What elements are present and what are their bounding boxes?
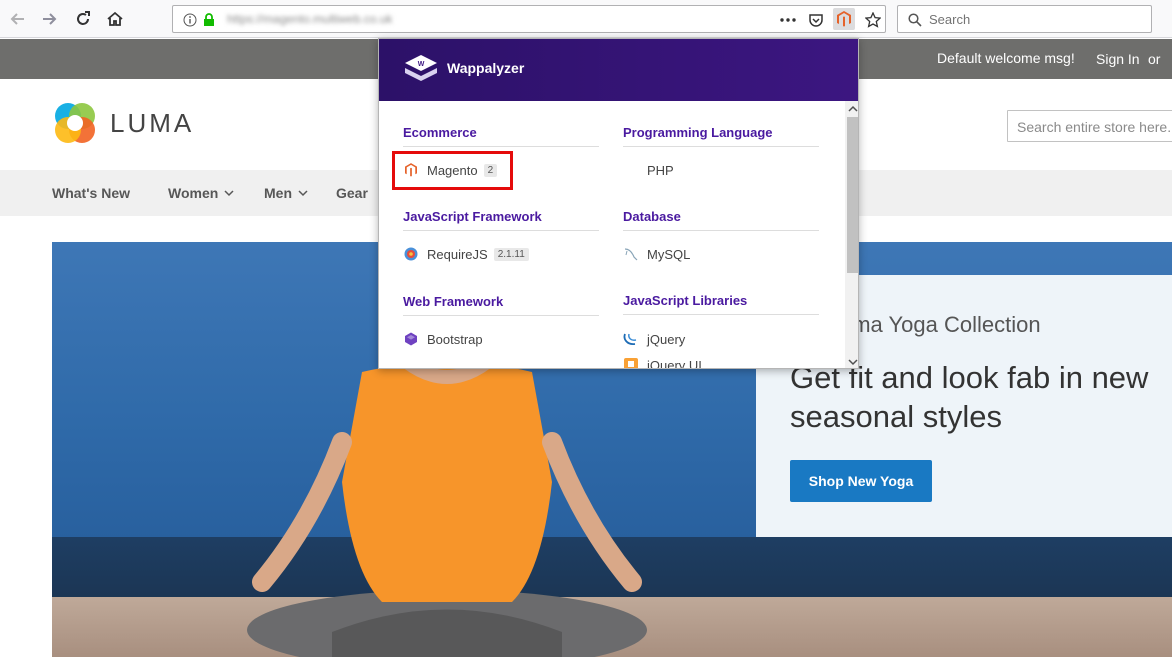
shop-new-yoga-button[interactable]: Shop New Yoga (790, 460, 932, 502)
pocket-icon[interactable] (807, 11, 825, 29)
back-button[interactable] (6, 7, 30, 31)
category-web-framework[interactable]: Web Framework (403, 294, 599, 316)
app-name: RequireJS (427, 246, 488, 262)
search-icon (906, 11, 924, 29)
app-version: 2.1.11 (493, 247, 529, 261)
svg-text:W: W (418, 61, 425, 68)
sign-in-link[interactable]: Sign In (1096, 51, 1140, 67)
luma-logo-icon (55, 103, 95, 143)
logo-text: LUMA (110, 107, 195, 138)
mysql-icon (623, 246, 639, 262)
welcome-message: Default welcome msg! (937, 50, 1075, 66)
wappalyzer-results: Ecommerce Magento 2 Programming Language… (379, 101, 845, 369)
store-search-input[interactable]: Search entire store here... (1007, 110, 1172, 142)
url-text: https://magento.multiweb.co.uk (227, 12, 393, 26)
jquery-icon (623, 331, 639, 347)
php-icon (623, 162, 639, 178)
magento-highlight-box (392, 151, 513, 190)
reload-button[interactable] (71, 7, 95, 31)
scroll-down-icon[interactable] (848, 357, 858, 367)
app-bootstrap[interactable]: Bootstrap (403, 331, 483, 347)
jquery-ui-icon (623, 357, 639, 368)
scroll-up-icon[interactable] (848, 104, 858, 114)
wappalyzer-logo-icon: W (405, 55, 437, 81)
address-bar[interactable]: https://magento.multiweb.co.uk (172, 5, 886, 33)
search-placeholder: Search (929, 12, 971, 27)
reload-icon (77, 11, 90, 25)
app-mysql[interactable]: MySQL (623, 246, 690, 262)
bootstrap-icon (403, 331, 419, 347)
scrollbar-thumb[interactable] (847, 117, 858, 273)
store-search-placeholder: Search entire store here... (1017, 119, 1172, 135)
app-name: Bootstrap (427, 331, 483, 347)
browser-search-input[interactable]: Search (897, 5, 1152, 33)
luma-logo[interactable]: LUMA (52, 100, 194, 146)
chevron-down-icon (224, 190, 234, 197)
category-database[interactable]: Database (623, 209, 819, 231)
requirejs-icon (403, 246, 419, 262)
nav-item-label: Women (168, 185, 219, 201)
nav-item-men[interactable]: Men (264, 185, 308, 201)
chevron-down-icon (298, 190, 308, 197)
nav-item-gear[interactable]: Gear (336, 185, 368, 201)
category-javascript-framework[interactable]: JavaScript Framework (403, 209, 599, 231)
app-requirejs[interactable]: RequireJS 2.1.11 (403, 246, 529, 262)
nav-item-whats-new[interactable]: What's New (52, 185, 130, 201)
forward-button[interactable] (37, 7, 61, 31)
wappalyzer-popup: W Wappalyzer Ecommerce Magento 2 Program… (378, 38, 859, 369)
page-actions-icon[interactable] (779, 11, 797, 29)
app-jquery-ui[interactable]: jQuery UI (623, 357, 702, 369)
nav-item-label: What's New (52, 185, 131, 201)
app-name: jQuery (647, 331, 686, 347)
bookmark-star-icon[interactable] (864, 11, 882, 29)
category-javascript-libraries[interactable]: JavaScript Libraries (623, 293, 819, 315)
nav-item-women[interactable]: Women (168, 185, 234, 201)
hero-title: Get fit and look fab in new seasonal sty… (790, 360, 1149, 434)
category-programming-language[interactable]: Programming Language (623, 125, 819, 147)
category-ecommerce[interactable]: Ecommerce (403, 125, 599, 147)
home-button[interactable] (103, 7, 127, 31)
wappalyzer-header: W Wappalyzer (379, 39, 858, 101)
wappalyzer-brand: Wappalyzer (447, 60, 525, 76)
or-text: or (1148, 51, 1161, 67)
app-jquery[interactable]: jQuery (623, 331, 685, 347)
app-php[interactable]: PHP (623, 162, 674, 178)
lock-icon (200, 11, 218, 29)
info-icon[interactable] (181, 11, 199, 29)
app-name: MySQL (647, 246, 691, 262)
hero-subtitle: uma Yoga Collection (840, 312, 1041, 337)
app-name: jQuery UI (647, 357, 702, 369)
yoga-woman-image (247, 362, 647, 657)
nav-item-label: Gear (336, 185, 368, 201)
back-arrow-icon (10, 13, 24, 25)
browser-toolbar: https://magento.multiweb.co.uk Search (0, 0, 1172, 38)
nav-item-label: Men (264, 185, 292, 201)
wappalyzer-magento-icon[interactable] (833, 8, 855, 30)
forward-arrow-icon (43, 13, 57, 25)
app-name: PHP (647, 162, 674, 178)
popup-scrollbar[interactable] (845, 101, 858, 368)
home-icon (107, 11, 123, 26)
